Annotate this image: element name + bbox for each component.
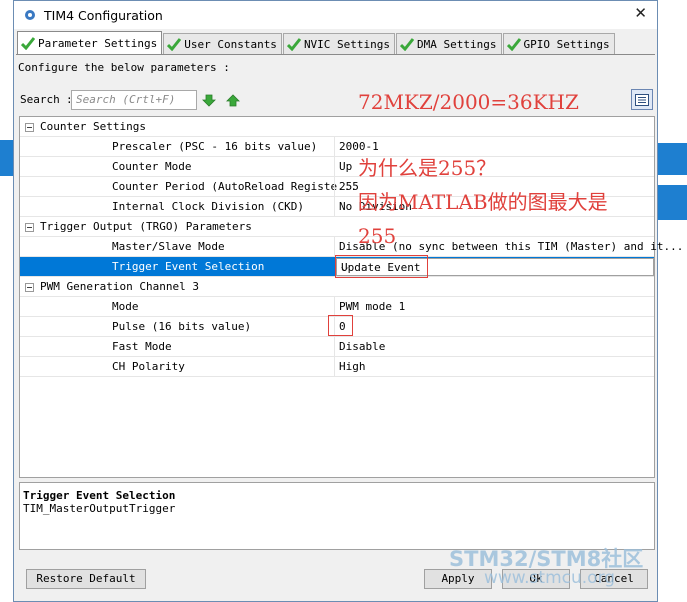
arrow-up-icon[interactable] [226,94,240,107]
arrow-down-icon[interactable] [202,94,216,107]
tab-gpio-settings[interactable]: GPIO Settings [502,33,615,54]
window-title: TIM4 Configuration [44,7,163,23]
column-divider [334,177,335,197]
annotation-highlight-box [328,315,353,336]
param-name: Trigger Event Selection [112,260,265,273]
list-view-button[interactable] [631,89,653,110]
gear-icon [25,10,35,20]
param-row[interactable]: CH Polarity High [20,357,654,377]
tab-dma-settings[interactable]: DMA Settings [396,33,502,54]
param-value[interactable]: PWM mode 1 [339,297,405,317]
parameter-grid: Counter Settings Prescaler (PSC - 16 bit… [19,116,683,478]
tab-user-constants[interactable]: User Constants [163,33,282,54]
background-app-strip [657,143,687,175]
restore-default-button[interactable]: Restore Default [26,569,146,589]
tab-label: DMA Settings [417,37,497,51]
tab-label: User Constants [184,37,277,51]
watermark-url: www.stmcu.org [484,568,616,588]
search-input[interactable]: Search (Crtl+F) [71,90,197,110]
param-value[interactable]: 2000-1 [339,137,379,157]
param-name: Pulse (16 bits value) [112,320,252,333]
param-row[interactable]: Counter Mode Up [20,157,654,177]
param-name: Prescaler (PSC - 16 bits value) [112,140,318,153]
annotation-highlight-box [335,255,428,278]
annotation-answer-value: 255 [358,224,397,248]
column-divider [334,357,335,377]
tab-bar: Parameter Settings User Constants NVIC S… [17,31,616,54]
param-name: Mode [112,300,139,313]
param-value[interactable]: Disable [339,337,385,357]
configure-hint: Configure the below parameters : [18,61,230,74]
param-value[interactable]: High [339,357,366,377]
param-name: Counter Period (AutoReload Registe... [112,180,358,193]
check-icon [167,38,182,51]
description-panel: Trigger Event Selection TIM_MasterOutput… [19,482,655,550]
tab-divider [16,54,655,55]
column-divider [334,197,335,217]
param-name: Counter Mode [112,160,192,173]
column-divider [334,337,335,357]
param-name: Master/Slave Mode [112,240,225,253]
description-title: Trigger Event Selection [23,489,176,502]
list-icon [635,93,649,106]
annotation-answer: 因为MATLAB做的图最大是 [358,190,608,214]
param-value[interactable]: Up [339,157,352,177]
group-counter-settings[interactable]: Counter Settings [20,117,654,137]
check-icon [21,37,35,50]
check-icon [286,38,301,51]
close-button[interactable]: ✕ [634,4,647,22]
group-pwm-channel-3[interactable]: PWM Generation Channel 3 [20,277,654,297]
column-divider [334,297,335,317]
tab-nvic-settings[interactable]: NVIC Settings [282,33,396,54]
tab-parameter-settings[interactable]: Parameter Settings [17,31,163,54]
title-bar: TIM4 Configuration [14,1,657,29]
param-name: Internal Clock Division (CKD) [112,200,305,213]
group-label: PWM Generation Channel 3 [40,280,199,293]
param-row[interactable]: Fast Mode Disable [20,337,654,357]
annotation-question: 为什么是255？ [358,156,497,180]
collapse-icon[interactable] [25,223,34,232]
check-icon [506,38,521,51]
search-label: Search [20,93,60,106]
param-row[interactable]: Mode PWM mode 1 [20,297,654,317]
description-text: TIM_MasterOutputTrigger [23,502,176,515]
background-app-strip [657,185,687,220]
group-label: Counter Settings [40,120,146,133]
tab-label: NVIC Settings [303,37,391,51]
column-divider [334,137,335,157]
column-divider [334,157,335,177]
collapse-icon[interactable] [25,283,34,292]
param-row[interactable]: Prescaler (PSC - 16 bits value) 2000-1 [20,137,654,157]
annotation-formula: 72MKZ/2000=36KHZ [358,90,579,114]
param-name: Fast Mode [112,340,172,353]
tab-label: Parameter Settings [38,36,158,50]
collapse-icon[interactable] [25,123,34,132]
column-divider [334,237,335,257]
param-name: CH Polarity [112,360,185,373]
param-value[interactable]: 255 [339,177,359,197]
param-row[interactable]: Master/Slave Mode Disable (no sync betwe… [20,237,683,257]
tab-label: GPIO Settings [523,37,610,51]
group-label: Trigger Output (TRGO) Parameters [40,220,252,233]
group-trigger-output[interactable]: Trigger Output (TRGO) Parameters [20,217,654,237]
check-icon [400,38,415,51]
